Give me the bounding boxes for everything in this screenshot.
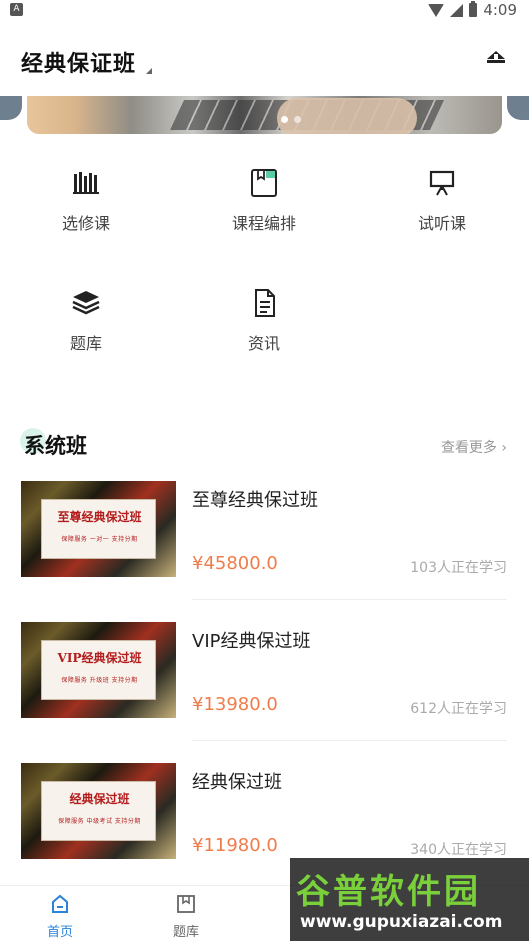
- stack-icon: [72, 291, 100, 315]
- course-name[interactable]: 经典保过班: [192, 768, 282, 794]
- watermark-title: 谷普软件园: [296, 872, 481, 912]
- thumbnail-title: 至尊经典保过班: [57, 510, 142, 524]
- course-card[interactable]: VIP经典保过班 保障服务 升级班 支持分期 VIP经典保过班 ¥13980.0…: [0, 622, 529, 762]
- banner-next-slide[interactable]: [507, 96, 529, 120]
- schedule-icon: [251, 169, 277, 197]
- menu-label: 资讯: [247, 334, 280, 353]
- course-learners: 103人正在学习: [410, 560, 507, 576]
- app-header: 经典保证班: [0, 22, 529, 96]
- course-name[interactable]: VIP经典保过班: [192, 627, 310, 653]
- section-title: 系统班: [24, 434, 87, 458]
- notification-icon: A: [10, 3, 23, 16]
- thumbnail-card: 至尊经典保过班 保障服务 一对一 支持分期: [41, 499, 156, 559]
- menu-label: 试听课: [417, 214, 466, 233]
- menu-item-question-bank[interactable]: 题库: [26, 288, 146, 368]
- divider: [192, 599, 507, 600]
- watermark-url: www.gupuxiazai.com: [300, 912, 503, 932]
- bookmark-icon: [177, 895, 195, 913]
- course-price: ¥11980.0: [192, 835, 278, 856]
- battery-icon: [469, 1, 478, 17]
- home-icon: [52, 894, 68, 913]
- course-learners: 612人正在学习: [410, 701, 507, 717]
- menu-label: 题库: [69, 334, 102, 353]
- thumbnail-title: 经典保过班: [69, 792, 130, 806]
- caret-down-icon[interactable]: [146, 68, 152, 74]
- course-learners: 340人正在学习: [410, 842, 507, 858]
- banner-prev-slide[interactable]: [0, 96, 22, 120]
- wifi-icon: [428, 3, 445, 17]
- thumbnail-card: VIP经典保过班 保障服务 升级班 支持分期: [41, 640, 156, 700]
- status-bar: A 4:09: [0, 0, 529, 22]
- menu-item-elective[interactable]: 选修课: [26, 168, 146, 248]
- course-price: ¥45800.0: [192, 553, 278, 574]
- course-thumbnail[interactable]: 至尊经典保过班 保障服务 一对一 支持分期: [21, 481, 176, 577]
- page-title[interactable]: 经典保证班: [21, 46, 136, 78]
- books-icon: [73, 172, 99, 194]
- menu-item-schedule[interactable]: 课程编排: [204, 168, 324, 248]
- course-thumbnail[interactable]: VIP经典保过班 保障服务 升级班 支持分期: [21, 622, 176, 718]
- thumbnail-title: VIP经典保过班: [57, 651, 142, 665]
- see-more-link[interactable]: 查看更多 ›: [441, 437, 507, 457]
- signal-icon: [450, 3, 464, 17]
- banner-image[interactable]: [27, 96, 502, 134]
- menu-item-trial[interactable]: 试听课: [382, 168, 502, 248]
- shelf-icon[interactable]: [485, 50, 507, 68]
- thumbnail-card: 经典保过班 保障服务 中级考试 支持分期: [41, 781, 156, 841]
- nav-label: 题库: [172, 925, 199, 940]
- menu-item-news[interactable]: 资讯: [204, 288, 324, 368]
- nav-label: 首页: [46, 925, 73, 940]
- status-icons: 4:09: [428, 1, 517, 19]
- carousel-dot[interactable]: [281, 116, 288, 123]
- thumbnail-subtitle: 保障服务 中级考试 支持分期: [58, 818, 141, 825]
- course-thumbnail[interactable]: 经典保过班 保障服务 中级考试 支持分期: [21, 763, 176, 859]
- document-icon: [255, 289, 275, 317]
- course-card[interactable]: 至尊经典保过班 保障服务 一对一 支持分期 至尊经典保过班 ¥45800.0 1…: [0, 481, 529, 621]
- nav-item-home[interactable]: 首页: [20, 892, 100, 941]
- thumbnail-subtitle: 保障服务 一对一 支持分期: [61, 536, 138, 543]
- carousel-dot[interactable]: [294, 116, 301, 123]
- thumbnail-subtitle: 保障服务 升级班 支持分期: [61, 677, 138, 684]
- watermark: 谷普软件园 www.gupuxiazai.com: [290, 858, 529, 941]
- course-price: ¥13980.0: [192, 694, 278, 715]
- divider: [192, 740, 507, 741]
- nav-item-question-bank[interactable]: 题库: [146, 892, 226, 941]
- banner-carousel[interactable]: [0, 96, 529, 138]
- status-time: 4:09: [483, 1, 517, 19]
- presentation-icon: [429, 170, 455, 196]
- menu-label: 选修课: [61, 214, 110, 233]
- menu-label: 课程编排: [231, 214, 296, 233]
- course-name[interactable]: 至尊经典保过班: [192, 486, 318, 512]
- carousel-dots: [281, 116, 301, 123]
